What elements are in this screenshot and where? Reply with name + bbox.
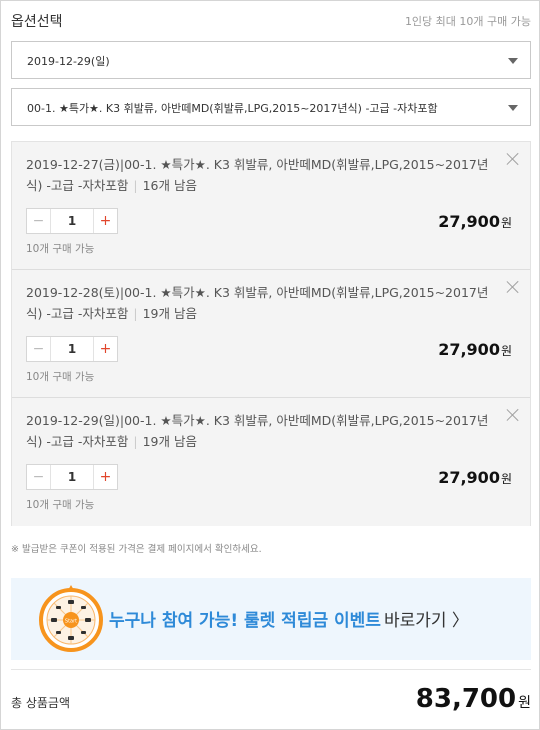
increase-button[interactable]: + [93,209,117,233]
total-price-section: 총 상품금액 83,700 원 [11,669,531,729]
available-quantity: 10개 구매 가능 [26,243,95,255]
purchase-limit-text: 1인당 최대 10개 구매 가능 [404,15,531,28]
available-quantity: 10개 구매 가능 [26,371,95,383]
item-price-value: 27,900 [438,468,500,487]
decrease-button[interactable]: − [27,337,51,361]
selected-items-list: 2019-12-27(금)|00-1. ★특가★. K3 휘발류, 아반떼MD(… [11,141,531,526]
close-icon[interactable] [506,408,520,422]
separator: | [133,434,138,449]
selected-item-name: 2019-12-27(금)|00-1. ★특가★. K3 휘발류, 아반떼MD(… [26,154,496,196]
stock-remaining: 16개 남음 [142,178,197,193]
item-price: 27,900원 [438,468,512,487]
chevron-down-icon [508,105,518,111]
option-panel: 옵션선택 1인당 최대 10개 구매 가능 2019-12-29(일) 00-1… [0,0,540,730]
currency-unit: 원 [518,695,531,711]
quantity-stepper: − + [26,208,118,234]
quantity-input[interactable] [51,465,93,489]
banner-go-link[interactable]: 바로가기 〉 [384,611,469,631]
item-price-value: 27,900 [438,340,500,359]
selected-item-name: 2019-12-28(토)|00-1. ★특가★. K3 휘발류, 아반떼MD(… [26,282,496,324]
selected-item-title: 2019-12-29(일)|00-1. ★특가★. K3 휘발류, 아반떼MD(… [26,413,489,449]
option-title: 옵션선택 [11,14,63,30]
stock-remaining: 19개 남음 [142,306,197,321]
product-option-select-value: 00-1. ★특가★. K3 휘발류, 아반떼MD(휘발류,LPG,2015~2… [27,102,438,115]
selected-item-title: 2019-12-28(토)|00-1. ★특가★. K3 휘발류, 아반떼MD(… [26,285,489,321]
increase-button[interactable]: + [93,337,117,361]
decrease-button[interactable]: − [27,465,51,489]
item-price: 27,900원 [438,212,512,231]
selected-item: 2019-12-27(금)|00-1. ★특가★. K3 휘발류, 아반떼MD(… [12,142,530,270]
date-select[interactable]: 2019-12-29(일) [11,41,531,79]
increase-button[interactable]: + [93,465,117,489]
coupon-notice: ※ 발급받은 쿠폰이 적용된 가격은 결제 페이지에서 확인하세요. [11,544,262,555]
banner-headline: 누구나 참여 가능! 룰렛 적립금 이벤트 [109,611,381,631]
banner-text: 누구나 참여 가능! 룰렛 적립금 이벤트 바로가기 〉 [109,606,469,631]
decrease-button[interactable]: − [27,209,51,233]
roulette-wheel-icon: Start [39,585,103,652]
quantity-stepper: − + [26,336,118,362]
quantity-stepper: − + [26,464,118,490]
close-icon[interactable] [506,280,520,294]
currency-unit: 원 [500,344,512,358]
quantity-input[interactable] [51,209,93,233]
currency-unit: 원 [500,216,512,230]
roulette-event-banner[interactable]: Start 누구나 참여 가능! 룰렛 적립금 이벤트 바로가기 〉 [11,578,531,660]
product-option-select[interactable]: 00-1. ★특가★. K3 휘발류, 아반떼MD(휘발류,LPG,2015~2… [11,88,531,126]
option-header: 옵션선택 1인당 최대 10개 구매 가능 [11,11,531,31]
separator: | [133,306,138,321]
date-select-value: 2019-12-29(일) [27,55,110,68]
item-price: 27,900원 [438,340,512,359]
quantity-input[interactable] [51,337,93,361]
currency-unit: 원 [500,472,512,486]
separator: | [133,178,138,193]
chevron-down-icon [508,58,518,64]
selected-item: 2019-12-29(일)|00-1. ★특가★. K3 휘발류, 아반떼MD(… [12,398,530,526]
selected-item: 2019-12-28(토)|00-1. ★특가★. K3 휘발류, 아반떼MD(… [12,270,530,398]
total-price: 83,700 원 [416,684,531,714]
selected-item-name: 2019-12-29(일)|00-1. ★특가★. K3 휘발류, 아반떼MD(… [26,410,496,452]
wheel-start-label: Start [65,619,77,625]
selected-item-title: 2019-12-27(금)|00-1. ★특가★. K3 휘발류, 아반떼MD(… [26,157,489,193]
available-quantity: 10개 구매 가능 [26,499,95,511]
total-price-value: 83,700 [415,684,517,714]
item-price-value: 27,900 [438,212,500,231]
stock-remaining: 19개 남음 [142,434,197,449]
total-price-label: 총 상품금액 [11,696,71,710]
close-icon[interactable] [506,152,520,166]
